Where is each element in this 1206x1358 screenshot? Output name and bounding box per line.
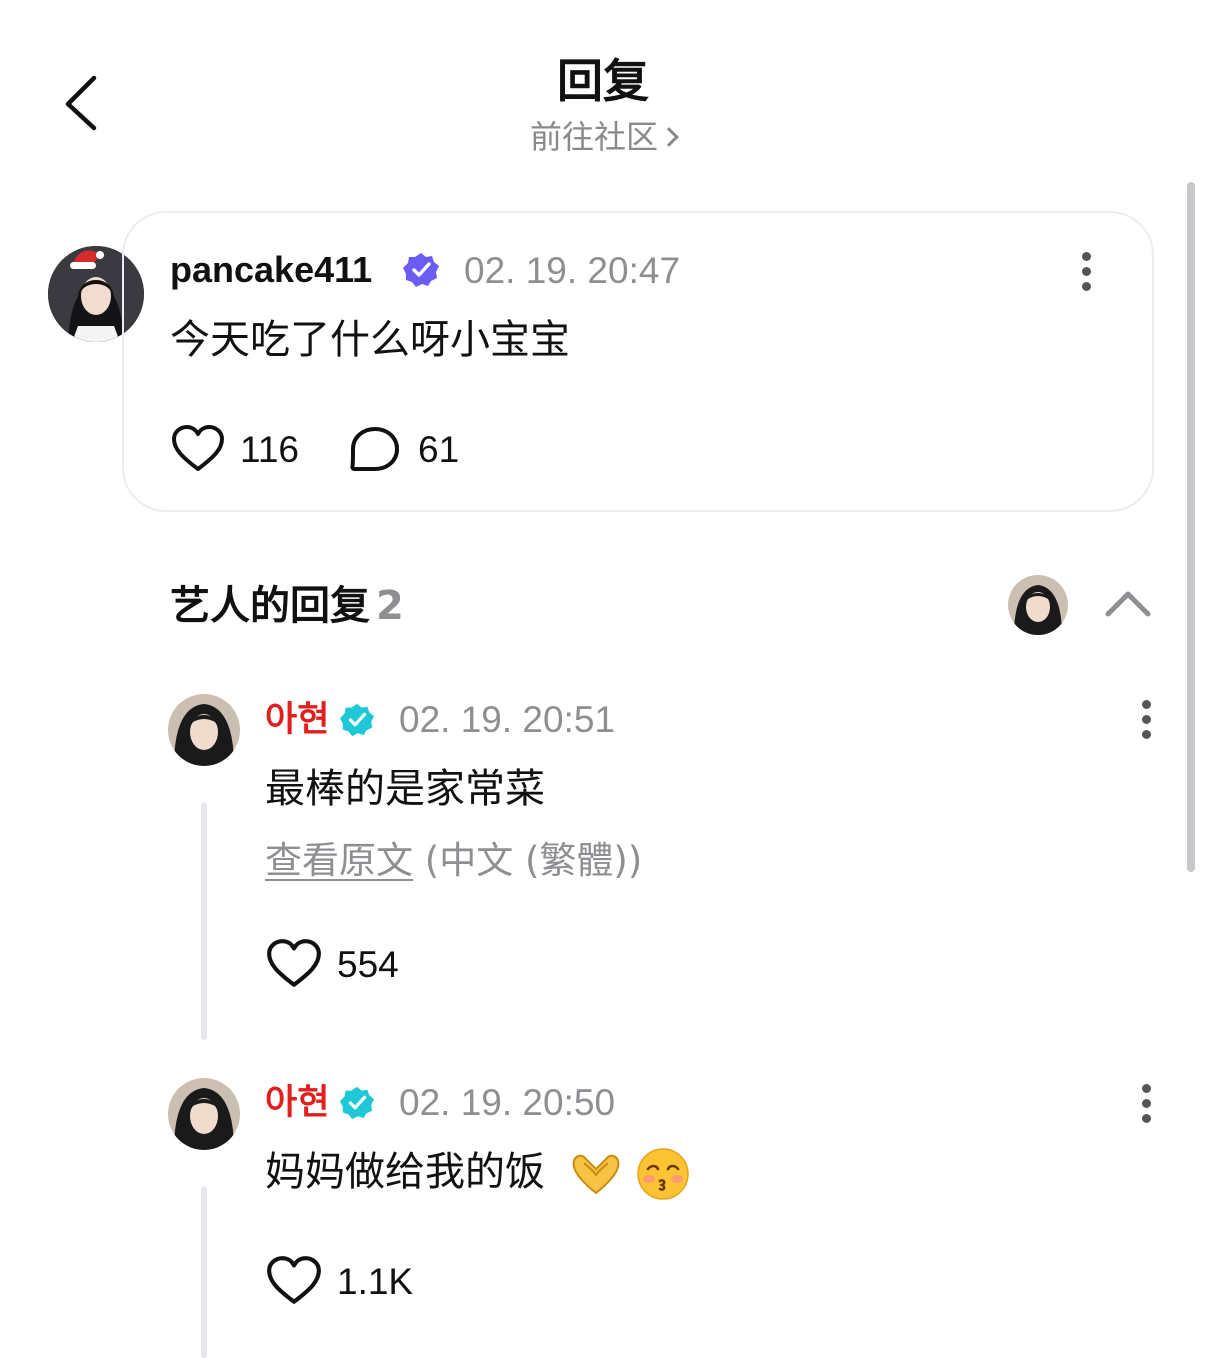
reply-text: 最棒的是家常菜 <box>265 766 545 812</box>
go-to-community-link[interactable]: 前往社区 <box>0 115 1206 159</box>
reply-more-icon[interactable] <box>1136 1084 1156 1128</box>
reply-timestamp: 02. 19. 20:50 <box>399 1082 616 1123</box>
artist-avatar-small[interactable] <box>1008 575 1068 635</box>
reply-timestamp: 02. 19. 20:51 <box>399 699 616 740</box>
verified-artist-icon <box>339 703 375 737</box>
heart-icon <box>267 1256 321 1304</box>
like-button[interactable] <box>170 423 226 475</box>
original-language: (中文 (繁體)) <box>424 839 643 882</box>
santa-hat-icon <box>70 250 104 269</box>
artist-name[interactable]: 아현 <box>265 700 329 740</box>
heart-hands-emoji <box>572 1154 620 1195</box>
post-text: 今天吃了什么呀小宝宝 <box>170 317 570 363</box>
heart-icon <box>267 939 321 987</box>
artist-replies-count: 2 <box>376 583 404 629</box>
reply-like-button[interactable] <box>265 1254 323 1308</box>
reply-text-row: 妈妈做给我的饭 <box>265 1146 690 1201</box>
reply-more-icon[interactable] <box>1136 700 1156 744</box>
comment-button[interactable] <box>348 424 402 476</box>
kissing-face-emoji <box>637 1148 690 1200</box>
reply-text: 妈妈做给我的饭 <box>265 1149 545 1195</box>
reply-like-count: 1.1K <box>337 1261 414 1302</box>
post-timestamp: 02. 19. 20:47 <box>464 250 681 291</box>
chevron-up-icon <box>1105 591 1151 617</box>
scrollbar[interactable] <box>1187 182 1195 872</box>
heart-icon <box>172 425 224 471</box>
comment-bubble-icon <box>350 427 399 471</box>
collapse-button[interactable] <box>1100 582 1156 626</box>
fan-username[interactable]: pancake411 <box>170 250 372 290</box>
verified-artist-icon <box>339 1086 375 1120</box>
reply-like-button[interactable] <box>265 937 323 991</box>
artist-avatar[interactable] <box>168 1078 240 1150</box>
verified-badge-icon <box>403 253 439 287</box>
comment-count: 61 <box>418 429 460 470</box>
page-title: 回复 <box>557 54 649 108</box>
thread-line <box>201 802 207 1040</box>
post-more-icon[interactable] <box>1076 252 1096 296</box>
view-original-label[interactable]: 查看原文 <box>265 839 413 882</box>
reply-like-count: 554 <box>337 944 399 985</box>
view-original-link[interactable]: 查看原文 (中文 (繁體)) <box>265 838 642 884</box>
thread-line <box>201 1186 207 1358</box>
artist-name[interactable]: 아현 <box>265 1083 329 1123</box>
chevron-right-icon <box>659 127 679 147</box>
artist-avatar[interactable] <box>168 694 240 766</box>
artist-replies-label: 艺人的回复 <box>170 583 370 629</box>
artist-replies-title: 艺人的回复 2 <box>170 580 404 632</box>
go-to-community-label: 前往社区 <box>529 118 658 156</box>
like-count: 116 <box>240 429 299 470</box>
